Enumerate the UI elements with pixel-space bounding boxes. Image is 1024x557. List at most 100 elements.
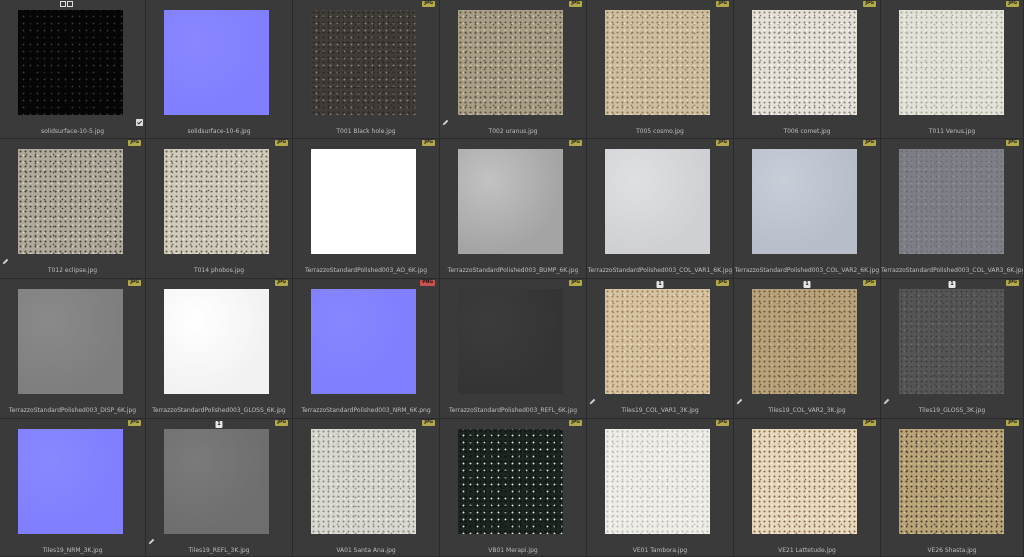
edit-pencil-icon[interactable] xyxy=(148,538,155,545)
file-type-badge: JPG xyxy=(128,420,141,426)
asset-tile[interactable]: T011 Venus.jpg JPG xyxy=(881,0,1024,139)
file-type-badge: JPG xyxy=(716,1,729,7)
edit-pencil-icon[interactable] xyxy=(736,398,743,405)
asset-tile[interactable]: Tiles19_NRM_3K.jpg JPG xyxy=(0,419,146,557)
texture-thumbnail[interactable] xyxy=(605,289,710,394)
file-type-badge: JPG xyxy=(422,1,435,7)
texture-thumbnail[interactable] xyxy=(605,429,710,534)
checkbox-icon[interactable] xyxy=(136,119,143,126)
texture-thumbnail[interactable] xyxy=(899,149,1004,254)
file-name-label: T012 eclipse.jpg xyxy=(47,267,98,274)
file-name-label: Tiles19_REFL_3K.jpg xyxy=(188,547,250,554)
texture-thumbnail[interactable] xyxy=(18,289,123,394)
asset-tile[interactable]: Tiles19_COL_VAR1_3K.jpg JPG 1 xyxy=(587,279,734,419)
asset-tile[interactable]: T002 uranus.jpg JPG xyxy=(440,0,587,139)
asset-tile[interactable]: Tiles19_GLOSS_3K.jpg JPG 1 xyxy=(881,279,1024,419)
file-type-badge: JPG xyxy=(863,140,876,146)
file-type-badge: JPG xyxy=(275,280,288,286)
file-type-badge: JPG xyxy=(1006,280,1019,286)
file-name-label: Tiles19_COL_VAR1_3K.jpg xyxy=(621,407,699,414)
file-type-badge: JPG xyxy=(1006,420,1019,426)
select-box-icon[interactable] xyxy=(60,1,66,7)
file-type-badge: JPG xyxy=(275,140,288,146)
asset-tile[interactable]: TerrazzoStandardPolished003_DISP_6K.jpg J… xyxy=(0,279,146,419)
asset-tile[interactable]: T014 phobos.jpg JPG xyxy=(146,139,293,279)
file-type-badge: JPG xyxy=(422,140,435,146)
texture-thumbnail[interactable] xyxy=(899,289,1004,394)
asset-tile[interactable]: T005 cosmo.jpg JPG xyxy=(587,0,734,139)
asset-tile[interactable]: VE26 Shasta.jpg JPG xyxy=(881,419,1024,557)
asset-tile[interactable]: T006 comet.jpg JPG xyxy=(734,0,881,139)
texture-thumbnail[interactable] xyxy=(752,289,857,394)
file-name-label: TerrazzoStandardPolished003_DISP_6K.jpg xyxy=(8,407,137,414)
asset-tile[interactable]: TerrazzoStandardPolished003_GLOSS_6K.jpg… xyxy=(146,279,293,419)
file-type-badge: JPG xyxy=(863,280,876,286)
asset-tile[interactable]: T012 eclipse.jpg JPG xyxy=(0,139,146,279)
file-type-badge: JPG xyxy=(422,420,435,426)
texture-thumbnail[interactable] xyxy=(899,10,1004,115)
asset-tile[interactable]: VB01 Merapi.jpg JPG xyxy=(440,419,587,557)
file-name-label: T006 comet.jpg xyxy=(783,128,831,135)
asset-tile[interactable]: TerrazzoStandardPolished003_COL_VAR2_6K.… xyxy=(734,139,881,279)
file-name-label: TerrazzoStandardPolished003_COL_VAR2_6K.… xyxy=(734,267,880,274)
file-name-label: T001 Black hole.jpg xyxy=(336,128,396,135)
file-type-badge: JPG xyxy=(569,140,582,146)
asset-grid: solidsurface-10-5.jpg solidsurface-10-6.j… xyxy=(0,0,1024,557)
texture-thumbnail[interactable] xyxy=(752,429,857,534)
texture-thumbnail[interactable] xyxy=(458,289,563,394)
file-type-badge: JPG xyxy=(128,140,141,146)
edit-pencil-icon[interactable] xyxy=(2,258,9,265)
file-name-label: T005 cosmo.jpg xyxy=(636,128,684,135)
asset-tile[interactable]: VE01 Tambora.jpg JPG xyxy=(587,419,734,557)
edit-icon[interactable] xyxy=(67,1,73,7)
asset-tile[interactable]: T001 Black hole.jpg JPG xyxy=(293,0,440,139)
file-name-label: VA01 Santa Ana.jpg xyxy=(336,547,396,554)
asset-tile[interactable]: TerrazzoStandardPolished003_AO_6K.jpg JPG xyxy=(293,139,440,279)
asset-tile[interactable]: solidsurface-10-5.jpg xyxy=(0,0,146,139)
edit-pencil-icon[interactable] xyxy=(589,398,596,405)
asset-tile[interactable]: VE21 Lattetude.jpg JPG xyxy=(734,419,881,557)
texture-thumbnail[interactable] xyxy=(752,10,857,115)
texture-thumbnail[interactable] xyxy=(899,429,1004,534)
texture-thumbnail[interactable] xyxy=(164,149,269,254)
texture-thumbnail[interactable] xyxy=(164,429,269,534)
asset-tile[interactable]: TerrazzoStandardPolished003_COL_VAR3_6K.… xyxy=(881,139,1024,279)
asset-tile[interactable]: Tiles19_COL_VAR2_3K.jpg JPG 1 xyxy=(734,279,881,419)
asset-tile[interactable]: Tiles19_REFL_3K.jpg JPG 1 xyxy=(146,419,293,557)
file-type-badge: JPG xyxy=(1006,140,1019,146)
file-name-label: T014 phobos.jpg xyxy=(193,267,245,274)
texture-thumbnail[interactable] xyxy=(18,10,123,115)
file-name-label: TerrazzoStandardPolished003_COL_VAR1_6K.… xyxy=(587,267,733,274)
file-name-label: TerrazzoStandardPolished003_COL_VAR3_6K.… xyxy=(881,267,1023,274)
file-name-label: VE01 Tambora.jpg xyxy=(632,547,688,554)
edit-pencil-icon[interactable] xyxy=(442,119,449,126)
file-type-badge: JPG xyxy=(863,420,876,426)
texture-thumbnail[interactable] xyxy=(458,10,563,115)
texture-thumbnail[interactable] xyxy=(164,10,269,115)
asset-tile[interactable]: TerrazzoStandardPolished003_NRM_6K.png PN… xyxy=(293,279,440,419)
texture-thumbnail[interactable] xyxy=(458,429,563,534)
texture-thumbnail[interactable] xyxy=(605,149,710,254)
asset-tile[interactable]: solidsurface-10-6.jpg xyxy=(146,0,293,139)
file-name-label: VB01 Merapi.jpg xyxy=(488,547,538,554)
texture-thumbnail[interactable] xyxy=(752,149,857,254)
texture-thumbnail[interactable] xyxy=(311,10,416,115)
asset-tile[interactable]: TerrazzoStandardPolished003_REFL_6K.jpg J… xyxy=(440,279,587,419)
edit-pencil-icon[interactable] xyxy=(883,398,890,405)
file-name-label: VE21 Lattetude.jpg xyxy=(778,547,836,554)
texture-thumbnail[interactable] xyxy=(605,10,710,115)
file-name-label: solidsurface-10-6.jpg xyxy=(187,128,251,135)
texture-thumbnail[interactable] xyxy=(458,149,563,254)
texture-thumbnail[interactable] xyxy=(164,289,269,394)
asset-tile[interactable]: VA01 Santa Ana.jpg JPG xyxy=(293,419,440,557)
file-type-badge: JPG xyxy=(863,1,876,7)
texture-thumbnail[interactable] xyxy=(18,149,123,254)
texture-thumbnail[interactable] xyxy=(18,429,123,534)
file-name-label: solidsurface-10-5.jpg xyxy=(40,128,105,135)
texture-thumbnail[interactable] xyxy=(311,429,416,534)
asset-tile[interactable]: TerrazzoStandardPolished003_COL_VAR1_6K.… xyxy=(587,139,734,279)
version-count-badge: 1 xyxy=(948,281,956,288)
texture-thumbnail[interactable] xyxy=(311,149,416,254)
texture-thumbnail[interactable] xyxy=(311,289,416,394)
asset-tile[interactable]: TerrazzoStandardPolished003_BUMP_6K.jpg J… xyxy=(440,139,587,279)
